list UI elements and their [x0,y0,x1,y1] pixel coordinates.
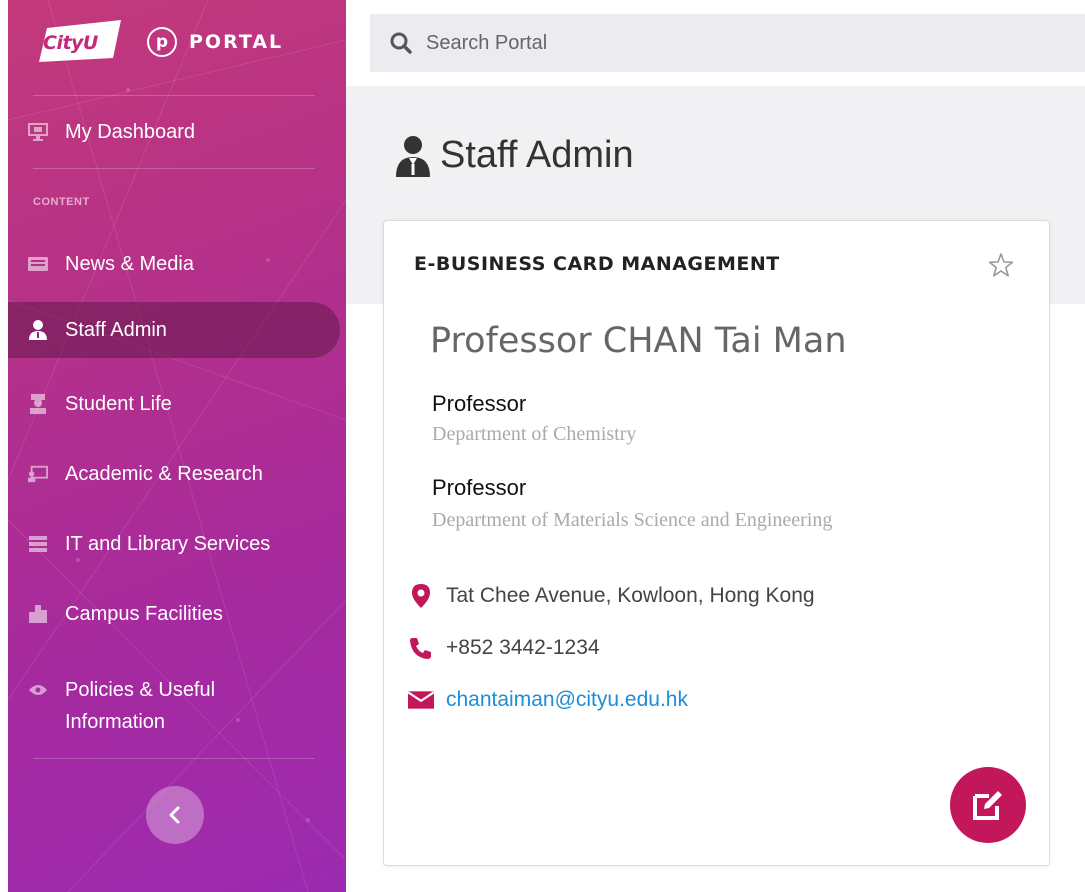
staff-icon [28,320,48,340]
envelope-icon [408,687,434,713]
portal-p-icon: p [147,27,177,57]
staff-icon [396,135,430,177]
cityu-logo-text: CityU [43,32,98,54]
monitor-icon [28,122,48,142]
cityu-logo: CityU [33,18,125,66]
star-icon[interactable] [987,251,1015,279]
sidebar-item-it-library[interactable]: IT and Library Services [8,516,346,572]
building-icon [28,604,48,624]
server-icon [28,534,48,554]
email-row[interactable]: chantaiman@cityu.edu.hk [408,687,688,713]
sidebar-item-label: Academic & Research [65,462,263,485]
map-pin-icon [408,583,434,609]
section-label-content: CONTENT [33,196,90,208]
edit-card-button[interactable] [950,767,1026,843]
email-link[interactable]: chantaiman@cityu.edu.hk [446,688,688,712]
sidebar-item-label: Student Life [65,392,172,415]
position-role: Professor [432,475,527,500]
phone-text: +852 3442-1234 [446,636,600,659]
sidebar-item-policies[interactable]: Policies & Useful Information [8,670,346,744]
position-role: Professor [432,391,527,416]
phone-icon [408,635,434,661]
address-text: Tat Chee Avenue, Kowloon, Hong Kong [446,584,815,607]
card-header: E-BUSINESS CARD MANAGEMENT [414,253,780,275]
sidebar-item-label: IT and Library Services [65,532,271,555]
portal-brand[interactable]: CityU p PORTAL [33,18,283,66]
presentation-icon [28,464,48,484]
position-department: Department of Materials Science and Engi… [432,509,833,531]
sidebar-item-my-dashboard[interactable]: My Dashboard [8,104,346,160]
chevron-left-icon [169,806,180,824]
sidebar-item-news-media[interactable]: News & Media [8,236,346,292]
phone-row: +852 3442-1234 [408,635,600,661]
sidebar-divider [33,758,315,759]
person-name: Professor CHAN Tai Man [430,321,847,361]
sidebar-item-campus-facilities[interactable]: Campus Facilities [8,586,346,642]
student-icon [28,394,48,414]
search-icon [390,32,412,54]
sidebar-item-staff-admin[interactable]: Staff Admin [8,302,340,358]
sidebar-divider [33,95,315,96]
page-title: Staff Admin [394,134,634,177]
search-input[interactable]: Search Portal [426,32,547,55]
sidebar-divider [33,168,315,169]
newspaper-icon [28,254,48,274]
portal-logo: p PORTAL [147,27,283,57]
eye-icon [28,680,48,700]
edit-icon [973,791,1002,820]
sidebar-item-label: Policies & Useful Information [65,674,215,738]
sidebar-item-student-life[interactable]: Student Life [8,376,346,432]
sidebar-item-label-line2: Information [65,711,166,733]
address-row: Tat Chee Avenue, Kowloon, Hong Kong [408,583,815,609]
search-bar[interactable]: Search Portal [370,14,1085,72]
sidebar-item-label: Campus Facilities [65,602,223,625]
page-title-text: Staff Admin [440,134,634,176]
sidebar-item-label: Staff Admin [65,318,167,341]
sidebar-item-label-line1: Policies & Useful [65,679,216,701]
portal-label: PORTAL [189,31,284,53]
sidebar-item-label: News & Media [65,252,194,275]
e-business-card-panel: E-BUSINESS CARD MANAGEMENT Professor CHA… [383,220,1050,866]
sidebar: CityU p PORTAL My Dashboard CONTENT News… [8,0,346,892]
position-department: Department of Chemistry [432,423,637,445]
sidebar-item-academic-research[interactable]: Academic & Research [8,446,346,502]
sidebar-item-label: My Dashboard [65,120,196,143]
collapse-sidebar-button[interactable] [146,786,204,844]
